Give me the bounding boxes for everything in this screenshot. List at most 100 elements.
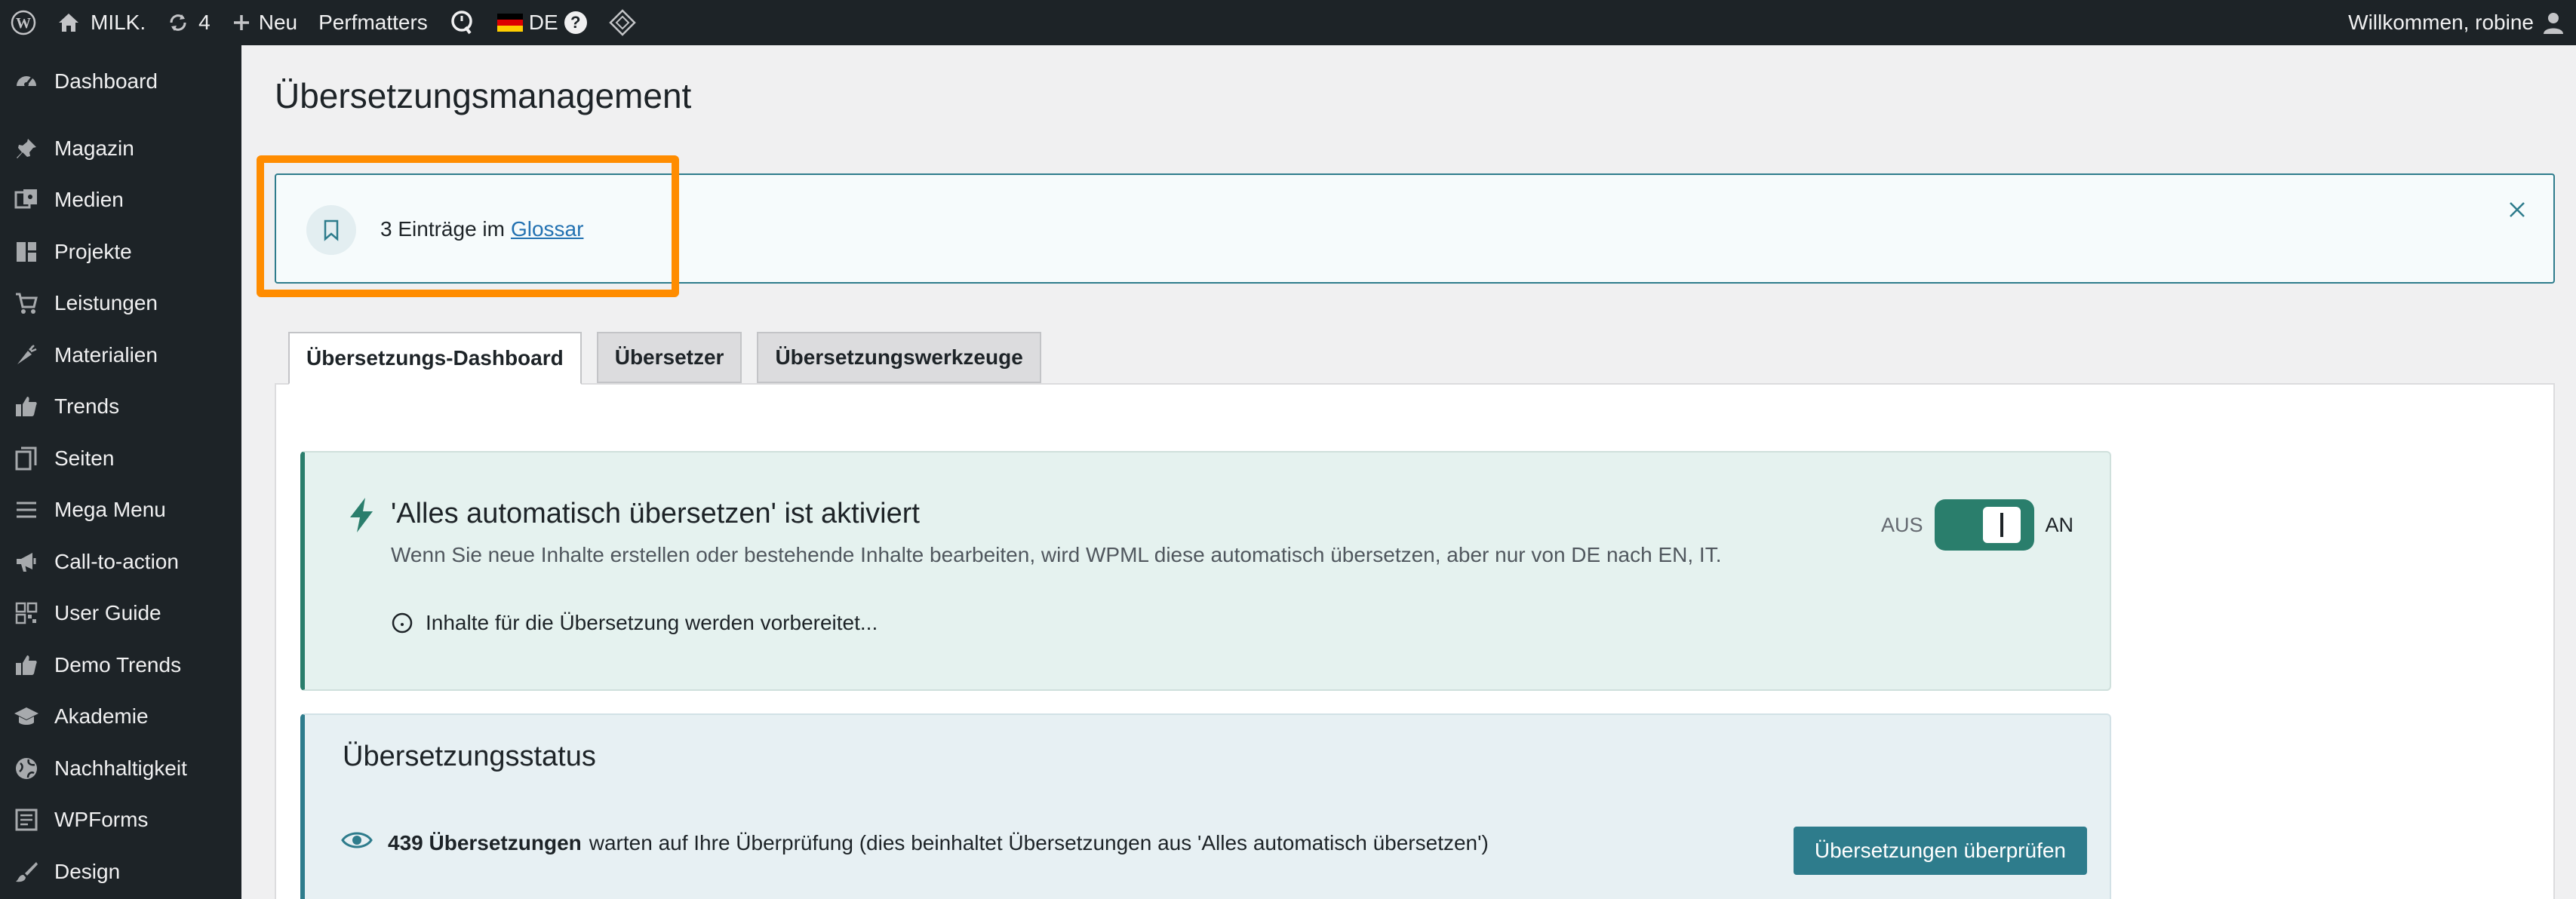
wpml-diamond-icon[interactable]	[598, 0, 647, 45]
sidebar-item-seiten[interactable]: Seiten	[0, 433, 241, 485]
auto-translate-title: 'Alles automatisch übersetzen' ist aktiv…	[391, 498, 920, 529]
sidebar-item-medien[interactable]: Medien	[0, 174, 241, 226]
perfmatters-link[interactable]: Perfmatters	[308, 0, 438, 45]
sidebar-item-label: Call-to-action	[54, 549, 179, 573]
menu-separator	[0, 108, 241, 123]
lightning-icon	[347, 496, 376, 538]
auto-translate-toggle-group: AUS AN	[1881, 499, 2073, 551]
new-content-link[interactable]: Neu	[221, 0, 308, 45]
bookmark-icon	[306, 205, 356, 255]
pending-count: 439 Übersetzungen	[388, 830, 582, 855]
sidebar-item-magazin[interactable]: Magazin	[0, 123, 241, 175]
sidebar-item-label: WPForms	[54, 808, 149, 832]
menu-icon	[14, 497, 39, 523]
site-name: MILK.	[91, 11, 146, 34]
wordpress-logo-icon[interactable]: W	[0, 0, 47, 45]
plus-icon	[232, 13, 251, 32]
preparing-text: Inhalte für die Übersetzung werden vorbe…	[426, 611, 878, 634]
toggle-knob	[1983, 507, 2021, 543]
status-title: Übersetzungsstatus	[343, 741, 596, 772]
review-translations-button[interactable]: Übersetzungen überprüfen	[1793, 827, 2087, 875]
cart-icon	[14, 290, 39, 316]
sidebar-item-nachhaltigkeit[interactable]: Nachhaltigkeit	[0, 743, 241, 795]
layout-icon	[14, 239, 39, 265]
tab-translation-tools[interactable]: Übersetzungswerkzeuge	[757, 332, 1041, 383]
language-switcher[interactable]: DE ?	[487, 0, 598, 45]
admin-sidebar: Dashboard Magazin Medien Projekte Leistu…	[0, 45, 241, 899]
home-icon	[57, 12, 80, 33]
toggle-off-label: AUS	[1880, 513, 1923, 536]
sidebar-item-wpforms[interactable]: WPForms	[0, 794, 241, 846]
admin-bar: W MILK. 4 Neu Perfmatters DE ? Willkomme…	[0, 0, 2576, 45]
site-name-link[interactable]: MILK.	[47, 0, 156, 45]
sidebar-item-label: Medien	[54, 188, 124, 212]
sidebar-item-label: Design	[54, 859, 121, 883]
svg-text:W: W	[16, 15, 31, 32]
sidebar-item-mega-menu[interactable]: Mega Menu	[0, 484, 241, 536]
tab-translation-dashboard[interactable]: Übersetzungs-Dashboard	[288, 332, 582, 385]
user-avatar-icon	[2543, 11, 2564, 34]
perfmatters-label: Perfmatters	[318, 11, 428, 34]
sidebar-item-trends[interactable]: Trends	[0, 381, 241, 433]
sidebar-item-label: Demo Trends	[54, 652, 182, 677]
graduation-cap-icon	[14, 704, 39, 729]
glossary-link[interactable]: Glossar	[511, 217, 583, 241]
sidebar-item-label: Projekte	[54, 239, 132, 263]
spinner-icon	[391, 612, 413, 634]
page-title: Übersetzungsmanagement	[275, 76, 692, 115]
media-icon	[14, 187, 39, 213]
sidebar-item-label: Magazin	[54, 136, 134, 160]
megaphone-icon	[14, 549, 39, 575]
german-flag-icon	[496, 14, 523, 32]
new-label: Neu	[258, 11, 298, 34]
sidebar-item-akademie[interactable]: Akademie	[0, 691, 241, 743]
sidebar-item-dashboard[interactable]: Dashboard	[0, 56, 241, 108]
thumbs-up-icon	[14, 394, 39, 419]
sidebar-item-projekte[interactable]: Projekte	[0, 226, 241, 278]
tab-bar: Übersetzungs-Dashboard Übersetzer Überse…	[288, 332, 1041, 385]
my-account-link[interactable]: Willkommen, robine	[2338, 0, 2576, 45]
toggle-on-label: AN	[2045, 513, 2073, 536]
sidebar-item-materialien[interactable]: Materialien	[0, 330, 241, 382]
sidebar-item-label: Dashboard	[54, 69, 158, 94]
dashboard-icon	[14, 69, 39, 94]
sidebar-item-demo-trends[interactable]: Demo Trends	[0, 640, 241, 692]
pages-icon	[14, 446, 39, 471]
auto-translate-card: 'Alles automatisch übersetzen' ist aktiv…	[300, 451, 2111, 691]
sidebar-item-label: Nachhaltigkeit	[54, 756, 187, 780]
review-status-line: 439 Übersetzungen warten auf Ihre Überpr…	[341, 830, 1489, 856]
pending-description: warten auf Ihre Überprüfung (dies beinha…	[589, 830, 1489, 855]
auto-translate-description: Wenn Sie neue Inhalte erstellen oder bes…	[391, 543, 1722, 566]
thumbs-up-icon	[14, 652, 39, 678]
tab-translators[interactable]: Übersetzer	[596, 332, 742, 383]
notice-message: 3 Einträge im	[380, 217, 505, 241]
forms-icon	[14, 807, 39, 833]
sidebar-item-leistungen[interactable]: Leistungen	[0, 278, 241, 330]
sidebar-item-user-guide[interactable]: User Guide	[0, 588, 241, 640]
sidebar-item-label: Leistungen	[54, 291, 158, 315]
sidebar-item-call-to-action[interactable]: Call-to-action	[0, 536, 241, 588]
glossary-notice: 3 Einträge im Glossar	[275, 173, 2555, 284]
main-content: Übersetzungsmanagement 3 Einträge im Glos…	[241, 45, 2576, 899]
sidebar-item-label: Materialien	[54, 342, 158, 367]
eye-icon	[341, 830, 373, 856]
translation-status-card: Übersetzungsstatus 439 Übersetzungen war…	[300, 713, 2111, 899]
sidebar-item-label: Akademie	[54, 704, 149, 729]
help-icon[interactable]: ?	[564, 11, 587, 34]
sidebar-item-label: Trends	[54, 394, 120, 419]
notice-text: 3 Einträge im Glossar	[380, 217, 583, 241]
globe-icon	[14, 756, 39, 781]
updates-link[interactable]: 4	[156, 0, 221, 45]
pin-icon	[14, 136, 39, 161]
close-icon[interactable]	[2504, 196, 2531, 223]
carrot-icon	[14, 342, 39, 368]
greeting-text: Willkommen, robine	[2348, 11, 2534, 34]
sidebar-item-label: Seiten	[54, 446, 115, 470]
auto-translate-toggle[interactable]	[1935, 499, 2035, 551]
refresh-icon	[167, 11, 189, 34]
grid-icon	[14, 600, 39, 626]
query-monitor-icon[interactable]	[438, 0, 487, 45]
sidebar-item-design[interactable]: Design	[0, 846, 241, 898]
updates-count: 4	[198, 11, 211, 34]
sidebar-item-label: User Guide	[54, 601, 161, 625]
